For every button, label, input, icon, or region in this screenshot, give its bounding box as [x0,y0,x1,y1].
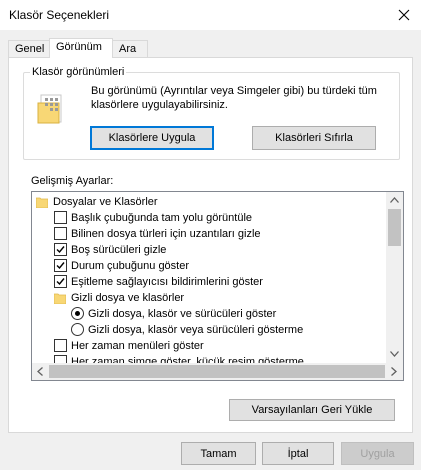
tab-label: Genel [15,43,45,55]
scroll-left-icon[interactable] [37,367,43,376]
vertical-scroll-thumb[interactable] [388,209,401,246]
advanced-settings-label: Gelişmiş Ayarlar: [31,175,114,187]
checkbox-checked[interactable] [54,259,67,272]
tab-search[interactable]: Ara [112,40,148,57]
vertical-scrollbar[interactable] [386,192,403,363]
restore-defaults-button[interactable]: Varsayılanları Geri Yükle [229,399,395,421]
list-item-label: Boş sürücüleri gizle [71,244,167,256]
list-item-label: Eşitleme sağlayıcısı bildirimlerini göst… [71,276,263,288]
reset-folders-button-label: Klasörleri Sıfırla [275,132,353,144]
tab-label: Ara [119,43,137,55]
apply-to-folders-button[interactable]: Klasörlere Uygula [90,126,214,150]
checkbox[interactable] [54,211,67,224]
advanced-settings-list[interactable]: Dosyalar ve Klasörler Başlık çubuğunda t… [31,191,404,381]
window-title: Klasör Seçenekleri [9,8,110,22]
scroll-down-icon[interactable] [390,351,399,357]
view-tab-panel: Klasör görünümleri Bu görünümü (Ayrıntıl… [8,57,413,433]
folder-views-group-label: Klasör görünümleri [30,66,127,78]
checkbox[interactable] [54,227,67,240]
radio[interactable] [71,323,84,336]
checkbox[interactable] [54,339,67,352]
checkbox-checked[interactable] [54,275,67,288]
scroll-right-icon[interactable] [391,367,397,376]
scroll-up-icon[interactable] [390,197,399,203]
check-icon [56,246,65,254]
list-item-label: Her zaman menüleri göster [71,340,204,352]
folder-views-description: Bu görünümü (Ayrıntılar veya Simgeler gi… [91,85,377,111]
apply-button[interactable]: Uygula [341,442,414,465]
checkbox-checked[interactable] [54,243,67,256]
horizontal-scrollbar[interactable] [32,363,403,380]
ok-button-label: Tamam [200,447,237,460]
list-item-label: Başlık çubuğunda tam yolu görüntüle [71,212,253,224]
check-icon [56,278,65,286]
radio-selected[interactable] [71,307,84,320]
folder-icon [36,197,48,208]
restore-defaults-button-label: Varsayılanları Geri Yükle [251,404,373,416]
apply-button-label: Uygula [360,447,395,460]
folder-icon [54,293,66,304]
apply-to-folders-button-label: Klasörlere Uygula [108,132,196,144]
tab-general[interactable]: Genel [8,40,50,57]
ok-button[interactable]: Tamam [181,442,256,465]
check-icon [56,262,65,270]
tab-strip: Genel Görünüm Ara [8,38,408,58]
folder-view-icon [36,93,68,125]
folder-options-dialog: Klasör Seçenekleri Genel Görünüm Ara Kla… [0,0,421,470]
list-item-label: Gizli dosya ve klasörler [71,292,185,304]
close-icon [398,9,410,21]
tab-view[interactable]: Görünüm [49,38,113,58]
list-item-label: Durum çubuğunu göster [71,260,190,272]
title-bar: Klasör Seçenekleri [0,0,421,30]
folder-views-group: Klasör görünümleri Bu görünümü (Ayrıntıl… [23,66,400,160]
list-item-label: Bilinen dosya türleri için uzantıları gi… [71,228,261,240]
cancel-button-label: İptal [287,447,309,460]
close-button[interactable] [387,0,421,30]
list-item-label: Gizli dosya, klasör veya sürücüleri göst… [88,324,304,336]
list-item-label: Gizli dosya, klasör ve sürücüleri göster [88,308,277,320]
reset-folders-button[interactable]: Klasörleri Sıfırla [252,126,376,150]
horizontal-scroll-thumb[interactable] [49,365,385,378]
list-item-label: Dosyalar ve Klasörler [53,196,158,208]
tab-label: Görünüm [56,41,102,53]
cancel-button[interactable]: İptal [262,442,334,465]
